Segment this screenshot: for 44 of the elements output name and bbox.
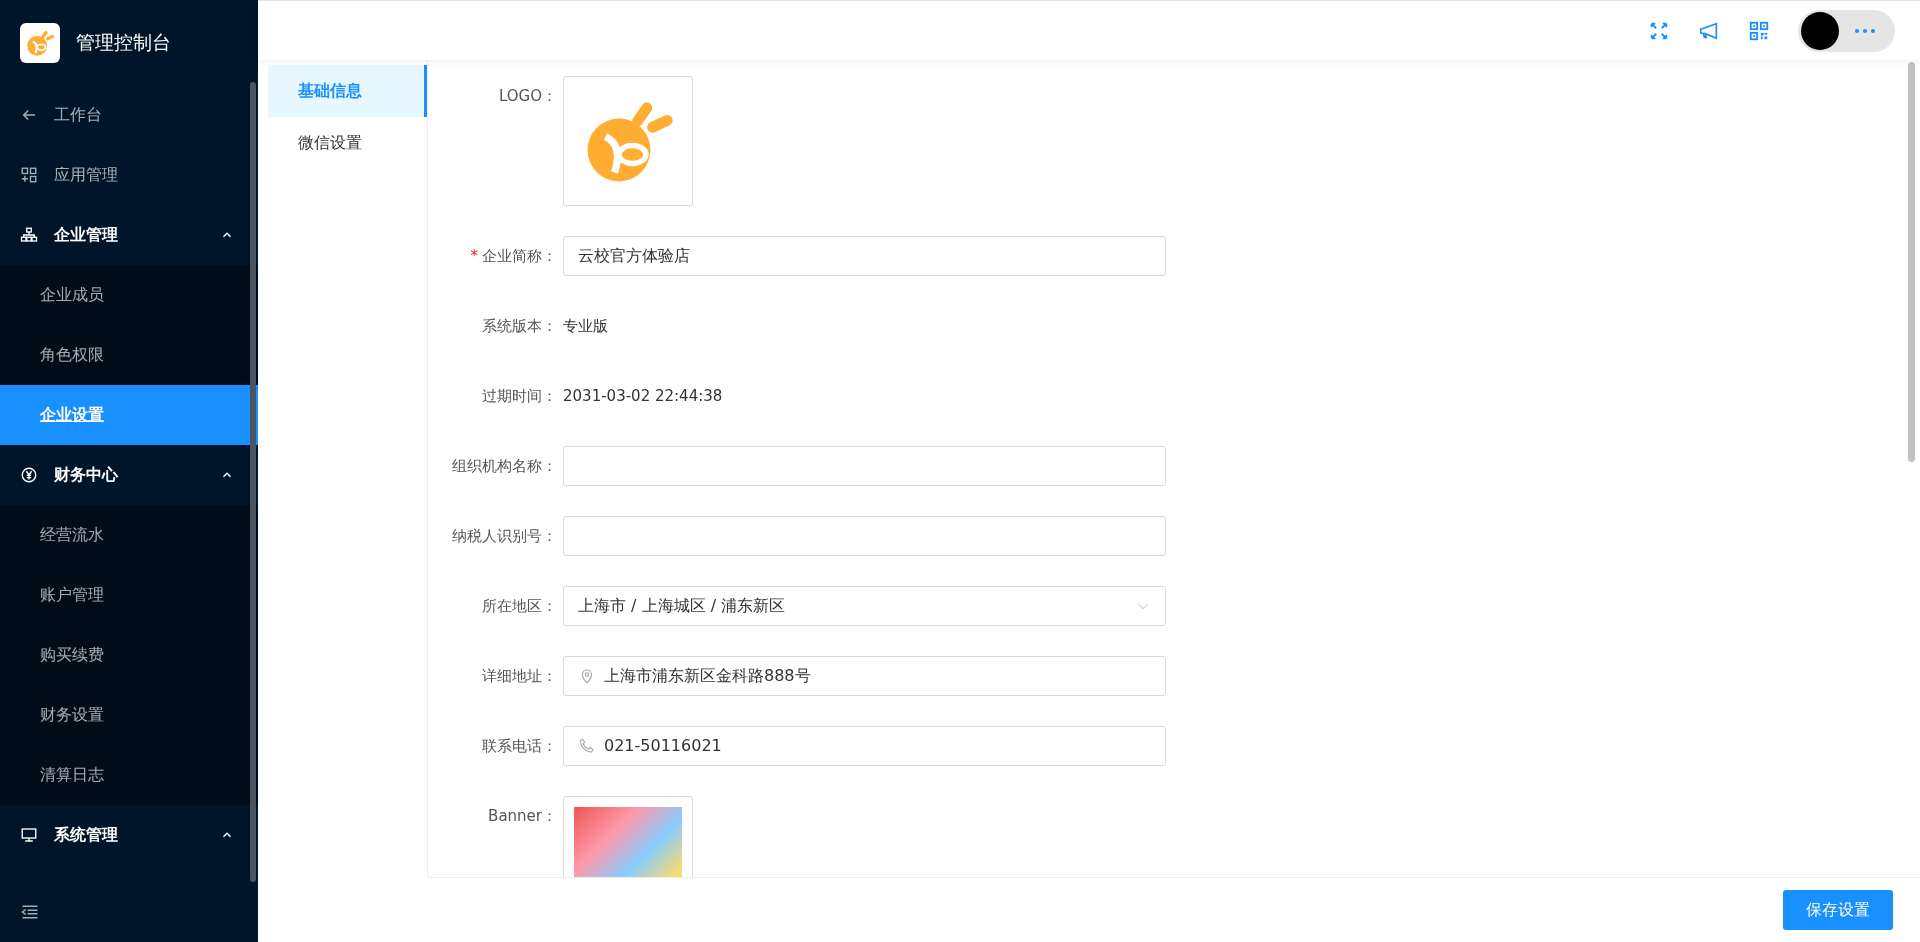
sidebar-subitem[interactable]: 角色权限	[0, 325, 258, 385]
collapse-menu-icon[interactable]	[20, 902, 40, 922]
field-label: 详细地址：	[481, 666, 558, 687]
app-title: 管理控制台	[76, 30, 171, 56]
sidebar-item[interactable]: 工作台	[0, 85, 258, 145]
field-label: 系统版本：	[481, 316, 558, 337]
sidebar-item[interactable]: 财务中心	[0, 445, 258, 505]
field-value: 专业版	[563, 316, 608, 337]
scrollbar-thumb[interactable]	[1908, 62, 1915, 462]
qr-code-icon[interactable]	[1748, 19, 1770, 42]
field-label: * 企业简称：	[469, 246, 558, 267]
sidebar-item[interactable]: 应用管理	[0, 145, 258, 205]
sidebar-subitem[interactable]: 购买续费	[0, 625, 258, 685]
field-value: 2031-03-02 22:44:38	[563, 386, 723, 407]
input-field[interactable]	[563, 446, 1166, 486]
field-label: 过期时间：	[481, 386, 558, 407]
tab[interactable]: 微信设置	[268, 117, 427, 169]
sidebar-item[interactable]: 企业管理	[0, 205, 258, 265]
input-field[interactable]: 上海市浦东新区金科路888号	[563, 656, 1166, 696]
sidebar-subitem[interactable]: 清算日志	[0, 745, 258, 805]
field-label: LOGO：	[497, 86, 558, 107]
sidebar-subitem[interactable]: 企业成员	[0, 265, 258, 325]
field-label: 联系电话：	[481, 736, 558, 757]
yen-icon	[20, 466, 38, 484]
avatar[interactable]	[1801, 11, 1839, 50]
logo-image[interactable]	[563, 76, 693, 206]
field-label: 纳税人识别号：	[451, 526, 558, 547]
more-icon[interactable]	[1855, 28, 1875, 33]
input-field[interactable]: 云校官方体验店	[563, 236, 1166, 276]
phone-icon	[578, 737, 596, 755]
grid-icon	[20, 166, 38, 184]
field-label: 组织机构名称：	[451, 456, 558, 477]
field-label: 所在地区：	[481, 596, 558, 617]
select-field[interactable]: 上海市 / 上海城区 / 浦东新区	[563, 586, 1166, 626]
monitor-icon	[20, 826, 38, 844]
org-chart-icon	[20, 226, 38, 244]
sidebar-subitem[interactable]: 经营流水	[0, 505, 258, 565]
input-field[interactable]	[563, 516, 1166, 556]
scrollbar-thumb[interactable]	[250, 82, 256, 882]
input-field[interactable]: 021-50116021	[563, 726, 1166, 766]
field-label: Banner：	[487, 806, 558, 827]
sidebar-item[interactable]: 系统管理	[0, 805, 258, 865]
sidebar-subitem[interactable]: 财务设置	[0, 685, 258, 745]
sidebar-subitem[interactable]: 账户管理	[0, 565, 258, 625]
